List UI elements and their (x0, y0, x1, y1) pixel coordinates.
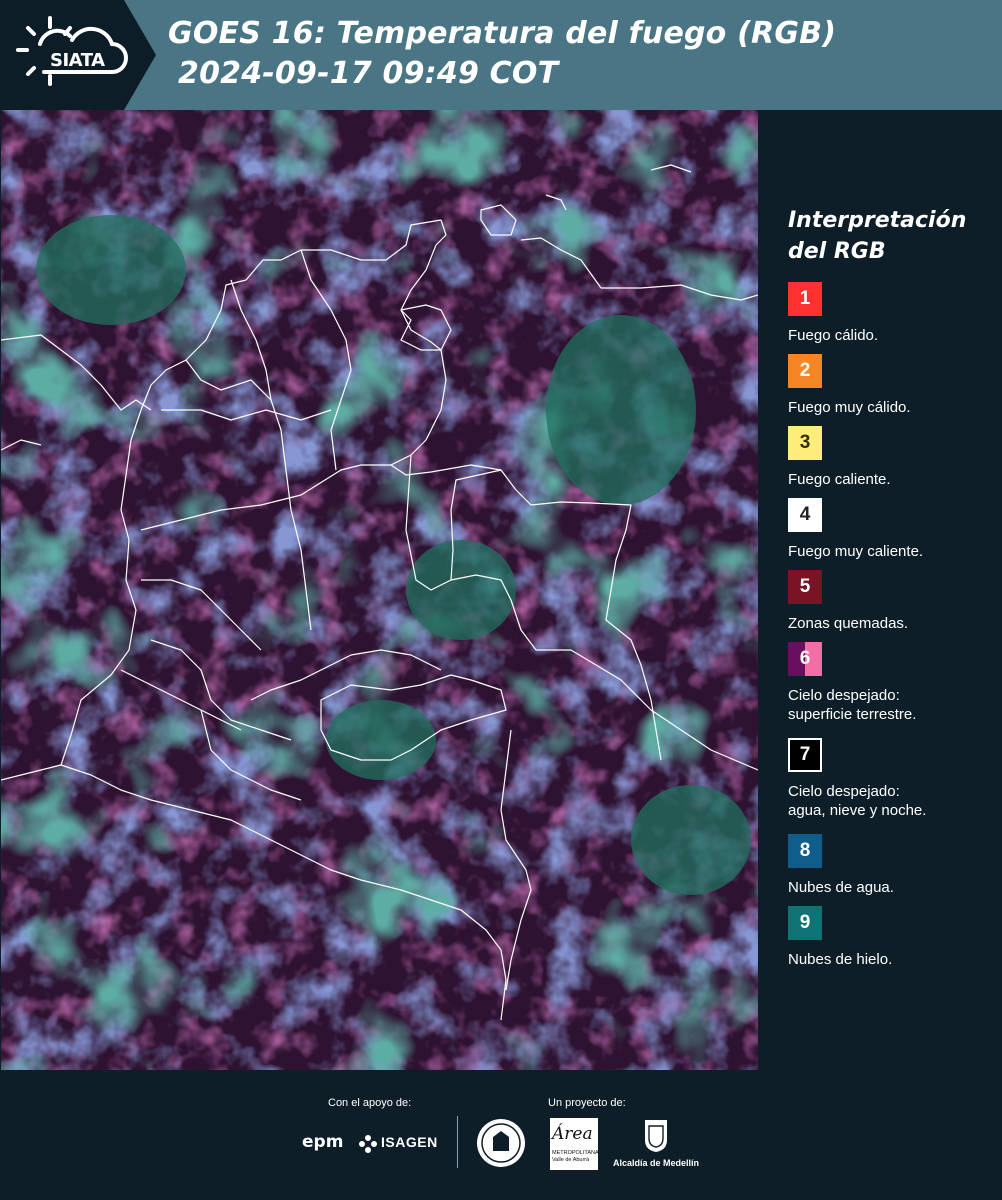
legend-swatch-4: 4 (788, 498, 822, 532)
legend-label-6: Cielo despejado: superficie terrestre. (788, 687, 917, 723)
project-label: Un proyecto de: (548, 1097, 626, 1109)
legend-label-2: Fuego muy cálido. (788, 399, 911, 416)
legend-swatch-5: 5 (788, 570, 822, 604)
title-timestamp: 2024-09-17 09:49 COT (178, 56, 559, 91)
legend-label-7: Cielo despejado: agua, nieve y noche. (788, 783, 927, 819)
legend-swatch-8: 8 (788, 834, 822, 868)
area-logo-sub: METROPOLITANA Valle de Aburrá (552, 1150, 599, 1163)
area-metropolitana-logo: Área METROPOLITANA Valle de Aburrá (550, 1118, 599, 1170)
legend-title-line-2: del RGB (788, 239, 886, 264)
area-logo-name: Área (552, 1124, 593, 1144)
legend-label-3: Fuego caliente. (788, 471, 891, 488)
legend-title-line-1: Interpretación (788, 208, 967, 233)
satellite-map (1, 110, 758, 1070)
page-title: GOES 16: Temperatura del fuego (RGB) 202… (168, 14, 836, 94)
legend-label-9: Nubes de hielo. (788, 951, 893, 968)
legend-swatch-2: 2 (788, 354, 822, 388)
rgb-legend: Interpretación del RGB 1 Fuego cálido. 2… (788, 205, 998, 968)
title-line-1: GOES 16: Temperatura del fuego (RGB) (168, 16, 837, 51)
alcaldia-shield-icon (645, 1120, 667, 1152)
legend-label-5: Zonas quemadas. (788, 615, 909, 632)
legend-label-8: Nubes de agua. (788, 879, 894, 896)
epm-logo: epm (302, 1132, 344, 1152)
siata-logo: SIATA (10, 10, 130, 98)
isagen-logo-icon (359, 1135, 377, 1153)
siata-logo-text: SIATA (50, 50, 105, 71)
isagen-logo: ISAGEN (381, 1134, 438, 1150)
alcaldia-label: Alcaldía de Medellín (613, 1158, 700, 1168)
legend-swatch-9: 9 (788, 906, 822, 940)
legend-swatch-6: 6 (788, 642, 822, 676)
footer-divider (457, 1116, 458, 1168)
satellite-rgb-map (1, 110, 758, 1070)
legend-swatch-7: 7 (788, 738, 822, 772)
header: SIATA GOES 16: Temperatura del fuego (RG… (0, 0, 1002, 110)
legend-label-4: Fuego muy caliente. (788, 543, 924, 560)
legend-swatch-3: 3 (788, 426, 822, 460)
legend-title: Interpretación del RGB (788, 205, 998, 267)
support-label: Con el apoyo de: (328, 1097, 412, 1109)
footer: Con el apoyo de: Un proyecto de: epm ISA… (0, 1072, 1002, 1200)
legend-swatch-1: 1 (788, 282, 822, 316)
medellin-seal-icon (477, 1119, 525, 1167)
legend-label-1: Fuego cálido. (788, 327, 879, 344)
